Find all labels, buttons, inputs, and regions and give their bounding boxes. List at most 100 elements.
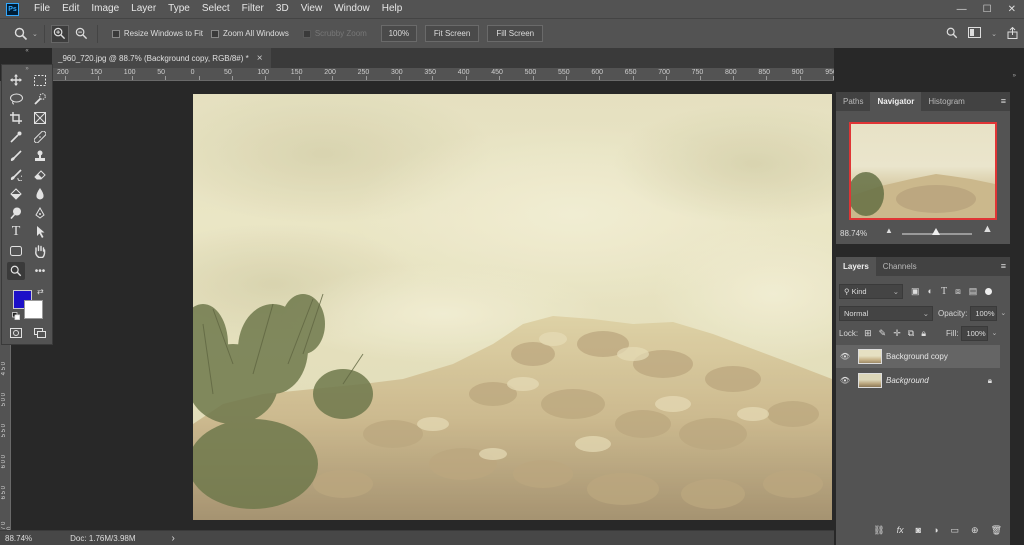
fill-screen-button[interactable]: Fill Screen: [487, 25, 544, 42]
lock-position-icon[interactable]: ✛: [893, 328, 901, 339]
menu-type[interactable]: Type: [162, 0, 196, 18]
fit-screen-button[interactable]: Fit Screen: [424, 25, 480, 42]
menu-help[interactable]: Help: [376, 0, 409, 18]
lasso-tool-icon[interactable]: [7, 90, 25, 108]
maximize-button[interactable]: ☐: [983, 4, 992, 15]
blur-tool-icon[interactable]: [31, 185, 49, 203]
tab-paths[interactable]: Paths: [836, 92, 870, 111]
history-brush-tool-icon[interactable]: [7, 166, 25, 184]
fill-input[interactable]: 100%: [961, 325, 989, 341]
filter-toggle-icon[interactable]: [985, 287, 993, 295]
close-window-button[interactable]: ✕: [1008, 4, 1016, 15]
zoom-100-button[interactable]: 100%: [380, 25, 417, 42]
lock-image-icon[interactable]: ✎: [879, 328, 887, 339]
toolbar-collapse-grip[interactable]: «: [2, 48, 52, 54]
slider-handle[interactable]: [932, 228, 940, 235]
checkbox-box[interactable]: [302, 29, 311, 38]
panel-menu-icon[interactable]: ≡: [1001, 96, 1006, 106]
link-icon[interactable]: ⛓︎: [873, 525, 884, 536]
trash-icon[interactable]: 🗑︎: [991, 525, 1002, 536]
kind-filter-select[interactable]: ⚲ Kind ⌄: [839, 283, 903, 299]
chevron-down-icon[interactable]: ⌄: [32, 30, 38, 38]
layer-row[interactable]: 👁︎ Background 🔒︎: [836, 369, 1000, 392]
checkbox-box[interactable]: [211, 29, 220, 38]
clone-stamp-tool-icon[interactable]: [31, 147, 49, 165]
menu-3d[interactable]: 3D: [270, 0, 295, 18]
layer-name[interactable]: Background copy: [886, 352, 948, 361]
folder-icon[interactable]: ▭: [951, 525, 960, 536]
fx-icon[interactable]: fx: [897, 525, 904, 535]
screen-mode-icon[interactable]: [31, 324, 49, 342]
frame-tool-icon[interactable]: [31, 109, 49, 127]
menu-layer[interactable]: Layer: [125, 0, 162, 18]
checkbox-box[interactable]: [111, 29, 120, 38]
menu-image[interactable]: Image: [85, 0, 125, 18]
opacity-input[interactable]: 100%: [970, 305, 998, 321]
quick-mask-icon[interactable]: [7, 324, 25, 342]
quick-selection-tool-icon[interactable]: [31, 90, 49, 108]
type-tool-icon[interactable]: T: [7, 223, 25, 241]
visibility-eye-icon[interactable]: 👁︎: [836, 352, 854, 361]
zoom-out-mountain-icon[interactable]: ▲: [885, 226, 893, 235]
rectangle-tool-icon[interactable]: [7, 242, 25, 260]
lock-all-icon[interactable]: 🔒︎: [921, 328, 926, 339]
navigator-thumbnail[interactable]: [849, 122, 997, 220]
panel-collapse-grip[interactable]: »: [834, 73, 1024, 83]
eyedropper-tool-icon[interactable]: [7, 128, 25, 146]
visibility-eye-icon[interactable]: 👁︎: [836, 376, 854, 385]
tab-channels[interactable]: Channels: [876, 257, 924, 276]
more-tools-icon[interactable]: •••: [31, 262, 49, 280]
chevron-down-icon[interactable]: ⌄: [991, 30, 997, 38]
document-tab[interactable]: _960_720.jpg @ 88.7% (Background copy, R…: [52, 48, 271, 68]
minimize-button[interactable]: —: [957, 4, 967, 15]
filter-adjustment-icon[interactable]: ◐: [928, 286, 933, 296]
zoom-tool-preset-icon[interactable]: [12, 25, 30, 43]
zoom-tool-icon[interactable]: [7, 262, 25, 280]
blend-mode-select[interactable]: Normal ⌄: [839, 305, 933, 321]
hand-tool-icon[interactable]: [31, 242, 49, 260]
navigator-zoom-value[interactable]: 88.74%: [840, 229, 867, 238]
mask-icon[interactable]: ◙: [916, 525, 921, 535]
filter-smart-object-icon[interactable]: ▤: [969, 286, 978, 297]
path-selection-tool-icon[interactable]: [31, 223, 49, 241]
zoom-out-icon[interactable]: [73, 25, 91, 43]
paint-bucket-tool-icon[interactable]: [7, 185, 25, 203]
layer-name[interactable]: Background: [886, 376, 929, 385]
close-tab-icon[interactable]: ×: [257, 53, 263, 64]
tab-layers[interactable]: Layers: [836, 257, 876, 276]
panel-menu-icon[interactable]: ≡: [1001, 261, 1006, 271]
layer-row[interactable]: 👁︎ Background copy: [836, 345, 1000, 368]
lock-artboard-icon[interactable]: ⧉: [908, 328, 914, 339]
search-icon[interactable]: [946, 27, 958, 42]
lock-transparent-icon[interactable]: ⊞: [864, 328, 872, 339]
chevron-down-icon[interactable]: ⌄: [1000, 309, 1006, 317]
adjustment-icon[interactable]: ◑: [933, 525, 938, 535]
swap-colors-icon[interactable]: ⇄: [37, 287, 44, 296]
tab-navigator[interactable]: Navigator: [870, 92, 922, 111]
background-color-swatch[interactable]: [24, 300, 43, 319]
crop-tool-icon[interactable]: [7, 109, 25, 127]
zoom-in-mountain-icon[interactable]: ▲: [982, 223, 993, 235]
scrubby-zoom-checkbox[interactable]: Scrubby Zoom: [302, 29, 367, 38]
marquee-tool-icon[interactable]: [31, 71, 49, 89]
default-colors-icon[interactable]: [12, 312, 20, 320]
brush-tool-icon[interactable]: [7, 147, 25, 165]
move-tool-icon[interactable]: [7, 71, 25, 89]
menu-edit[interactable]: Edit: [56, 0, 85, 18]
menu-view[interactable]: View: [295, 0, 329, 18]
status-menu-arrow[interactable]: ›: [172, 533, 175, 544]
filter-pixel-icon[interactable]: ▣: [911, 286, 920, 297]
workspace-icon[interactable]: [968, 27, 982, 41]
filter-type-icon[interactable]: T: [941, 286, 947, 297]
menu-window[interactable]: Window: [328, 0, 376, 18]
eraser-tool-icon[interactable]: [31, 166, 49, 184]
share-icon[interactable]: [1007, 26, 1018, 42]
dodge-tool-icon[interactable]: [7, 204, 25, 222]
menu-filter[interactable]: Filter: [236, 0, 270, 18]
filter-shape-icon[interactable]: ⧈: [955, 286, 961, 297]
menu-select[interactable]: Select: [196, 0, 236, 18]
document-canvas[interactable]: [193, 94, 832, 520]
pen-tool-icon[interactable]: [31, 204, 49, 222]
resize-windows-checkbox[interactable]: Resize Windows to Fit: [111, 29, 203, 38]
status-zoom[interactable]: 88.74%: [5, 534, 32, 543]
